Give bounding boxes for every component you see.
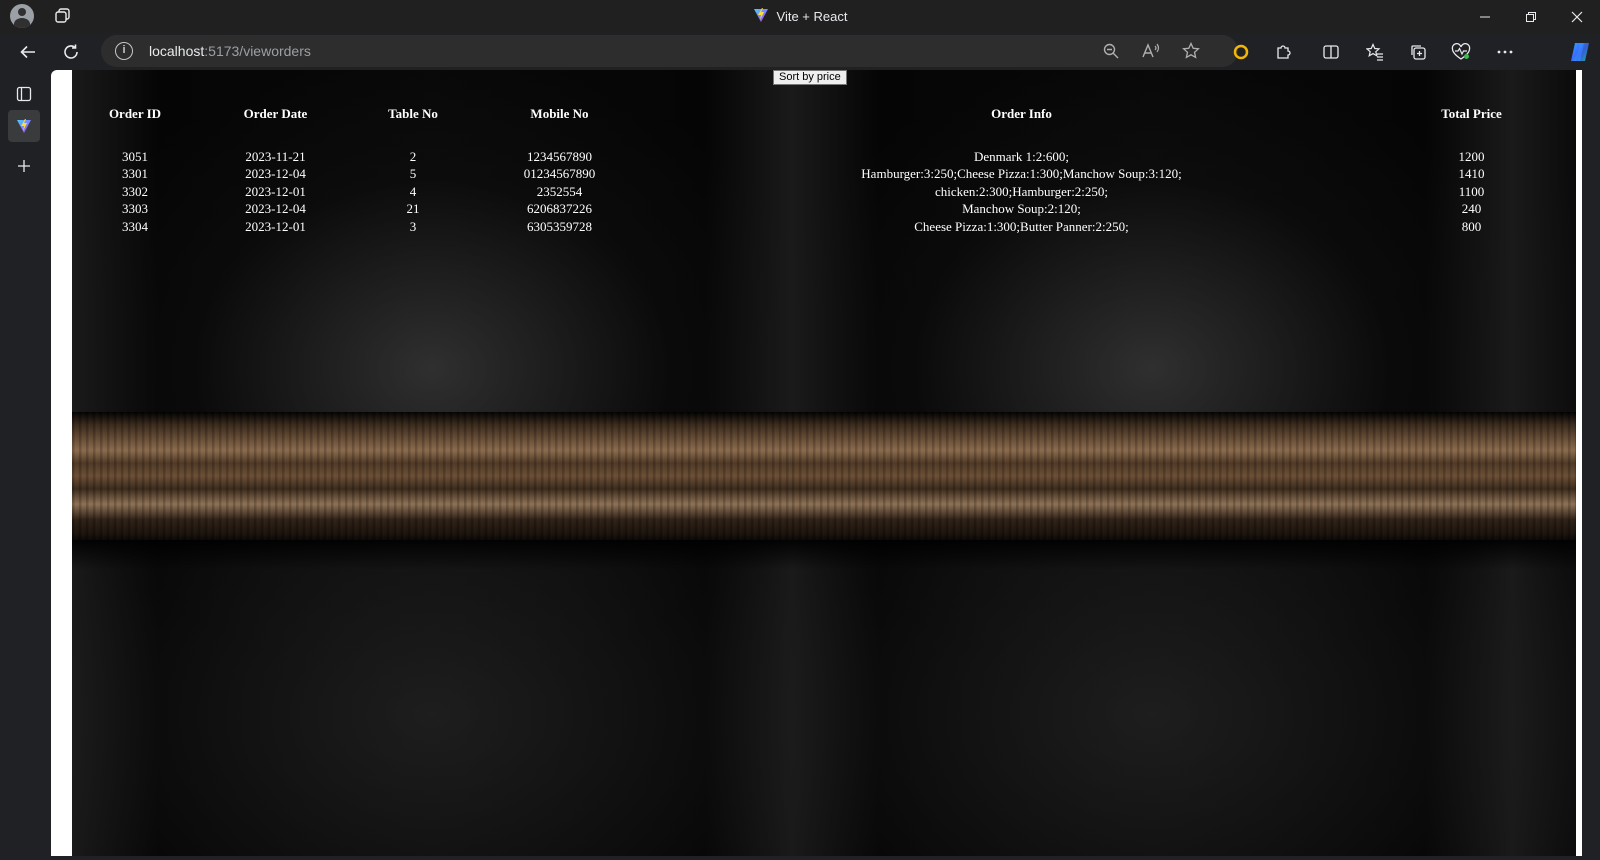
url-text: localhost:5173/vieworders [149,43,311,59]
extension-ring-icon[interactable] [1228,39,1254,65]
total-price-cell: 1100 [1458,183,1485,199]
zoom-out-icon[interactable] [1101,41,1121,61]
order-date-cell: 2023-12-04 [245,166,306,182]
more-options-icon[interactable] [1492,39,1518,65]
mobile-no-cell: 6206837226 [527,201,592,217]
tab-center-icon[interactable] [8,78,40,110]
mobile-no-cell: 01234567890 [523,166,596,182]
close-button[interactable] [1554,0,1600,33]
table-no-cell: 4 [409,183,417,199]
column-header-order-id: Order ID [108,106,162,121]
favorites-icon[interactable] [1362,39,1388,65]
column-header-order-info: Order Info [991,106,1052,121]
minimize-button[interactable] [1462,0,1508,33]
mobile-no-cell: 1234567890 [527,148,592,164]
orders-table: Order ID Order Date Table No Mobile No O… [72,100,1546,236]
order-id-cell: 3302 [122,183,148,199]
order-info-cell: Cheese Pizza:1:300;Butter Panner:2:250; [914,218,1129,234]
sort-by-price-button[interactable]: Sort by price [773,70,847,85]
table-no-cell: 3 [409,218,417,234]
vite-tab-icon [17,119,31,133]
order-date-cell: 2023-12-01 [245,183,306,199]
order-id-cell: 3301 [122,166,148,182]
table-no-cell: 21 [406,201,420,217]
table-row: 3304 2023-12-01 3 6305359728 Cheese Pizz… [72,218,1546,236]
column-header-total-price: Total Price [1441,106,1502,121]
tab-actions-icon[interactable] [54,7,72,25]
mobile-no-cell: 2352554 [536,183,583,199]
tab-vite-react[interactable] [8,110,40,142]
column-header-mobile-no: Mobile No [530,106,589,121]
order-date-cell: 2023-12-04 [245,201,306,217]
order-info-cell: chicken:2:300;Hamburger:2:250; [934,183,1109,199]
url-host: localhost [149,43,205,59]
favorite-star-icon[interactable] [1181,41,1201,61]
table-row: 3302 2023-12-01 4 2352554 chicken:2:300;… [72,183,1546,201]
address-bar[interactable]: i localhost:5173/vieworders [101,35,1238,67]
order-date-cell: 2023-11-21 [245,148,306,164]
table-no-cell: 5 [409,166,417,182]
order-id-cell: 3304 [122,218,148,234]
restore-button[interactable] [1508,0,1554,33]
vite-logo-icon [753,7,769,26]
refresh-button[interactable] [55,36,87,68]
browser-essentials-icon[interactable] [1448,39,1474,65]
order-id-cell: 3303 [122,201,148,217]
browser-toolbar: i localhost:5173/vieworders [0,33,1600,70]
page-viewport: Sort by price Order ID Order Date Table … [51,70,1582,856]
title-bar: Vite + React [0,0,1600,33]
total-price-cell: 240 [1461,201,1482,217]
order-info-cell: Denmark 1:2:600; [974,148,1069,164]
back-button[interactable] [12,36,44,68]
new-tab-plus-icon[interactable] [8,150,40,182]
total-price-cell: 1410 [1458,166,1485,182]
window-title: Vite + React [776,9,848,24]
order-date-cell: 2023-12-01 [245,218,306,234]
table-header-row: Order ID Order Date Table No Mobile No O… [72,100,1546,128]
order-id-cell: 3051 [122,148,148,164]
table-row: 3051 2023-11-21 2 1234567890 Denmark 1:2… [72,148,1546,166]
read-aloud-icon[interactable] [1141,41,1161,61]
table-no-cell: 2 [409,148,417,164]
mobile-no-cell: 6305359728 [527,218,592,234]
total-price-cell: 800 [1461,218,1482,234]
order-info-cell: Hamburger:3:250;Cheese Pizza:1:300;Manch… [861,166,1182,182]
table-row: 3301 2023-12-04 5 01234567890 Hamburger:… [72,166,1546,184]
order-info-cell: Manchow Soup:2:120; [962,201,1081,217]
extensions-puzzle-icon[interactable] [1271,39,1297,65]
site-info-icon[interactable]: i [115,42,133,60]
url-path: :5173/vieworders [204,43,311,59]
copilot-icon[interactable] [1565,39,1595,65]
column-header-table-no: Table No [388,106,438,121]
right-edge-bar [1582,70,1600,860]
orders-page: Sort by price Order ID Order Date Table … [72,70,1576,856]
split-screen-icon[interactable] [1318,39,1344,65]
column-header-order-date: Order Date [243,106,308,121]
total-price-cell: 1200 [1458,148,1485,164]
collections-icon[interactable] [1405,39,1431,65]
profile-avatar[interactable] [10,4,34,28]
table-row: 3303 2023-12-04 21 6206837226 Manchow So… [72,201,1546,219]
vertical-tab-strip [0,70,48,860]
